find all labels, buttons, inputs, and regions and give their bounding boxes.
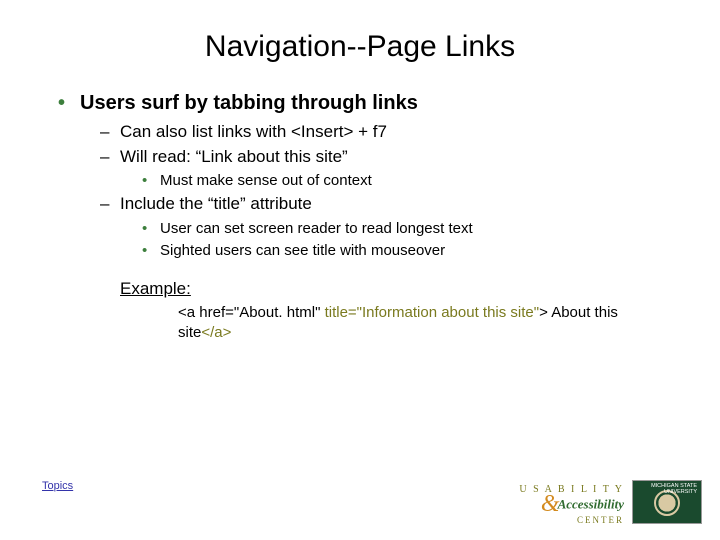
bullet-l1: Users surf by tabbing through links xyxy=(50,92,670,115)
footer-logos: U S A B I L I T Y &Accessibility CENTER … xyxy=(519,480,702,524)
msu-logo: MICHIGAN STATEUNIVERSITY xyxy=(632,480,702,524)
bullet-list: Users surf by tabbing through links Can … xyxy=(50,92,670,261)
example-code: <a href="About. html" title="Information… xyxy=(178,303,640,342)
bullet-l2: Include the “title” attribute xyxy=(50,193,670,215)
bullet-l3: User can set screen reader to read longe… xyxy=(50,219,670,239)
code-seg: <a href="About. html" xyxy=(178,304,325,321)
bullet-l3: Must make sense out of context xyxy=(50,171,670,191)
bullet-l2: Can also list links with <Insert> + f7 xyxy=(50,121,670,143)
bullet-l3: Sighted users can see title with mouseov… xyxy=(50,241,670,261)
code-seg: </a> xyxy=(201,324,231,341)
code-highlight: title="Information about this site" xyxy=(325,304,540,321)
logo-text: CENTER xyxy=(519,516,624,524)
logo-text: U S A B I L I T Y xyxy=(519,485,624,494)
slide-body: Navigation--Page Links Users surf by tab… xyxy=(0,0,720,362)
logo-text: Accessibility xyxy=(558,497,624,512)
bullet-l2: Will read: “Link about this site” xyxy=(50,146,670,168)
usability-accessibility-logo: U S A B I L I T Y &Accessibility CENTER xyxy=(519,485,624,524)
slide-title: Navigation--Page Links xyxy=(50,30,670,64)
example-label: Example: xyxy=(120,279,670,299)
topics-link[interactable]: Topics xyxy=(42,480,73,492)
